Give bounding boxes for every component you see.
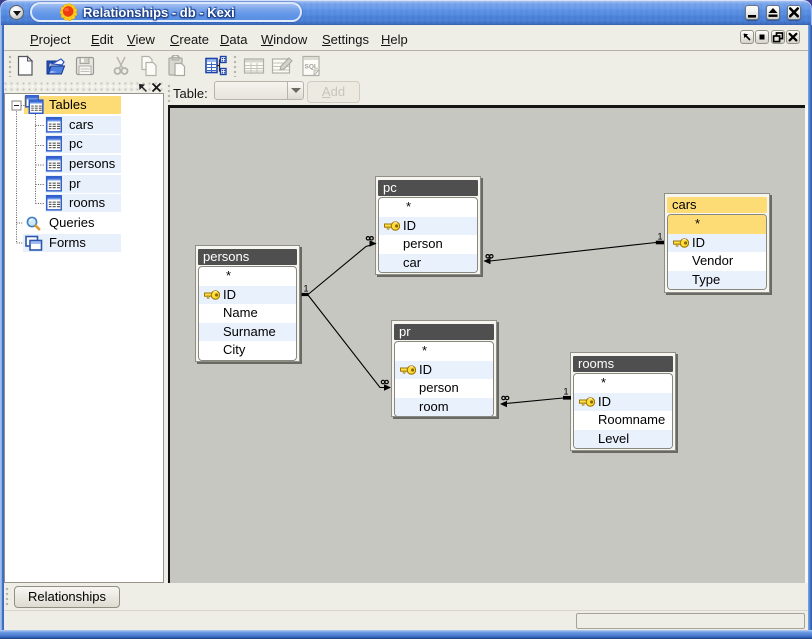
svg-text:SQL: SQL [305,64,318,71]
